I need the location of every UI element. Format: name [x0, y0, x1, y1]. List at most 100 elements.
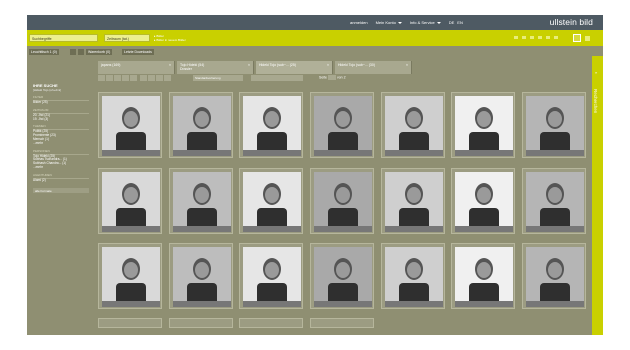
top-navigation-bar: anmelden Mein Konto Info & Service DE EN… [27, 15, 603, 30]
photo-thumbnail[interactable] [451, 92, 515, 158]
results-toolbar: Standardsortierung Seite von 2 [98, 74, 590, 82]
tab-hideki-tojo-30[interactable]: Hideki Tojo (sub~... (30) × [335, 61, 412, 74]
photo-image [526, 247, 584, 307]
page-label: Seite [319, 75, 327, 80]
filter-item[interactable]: 19. Jhd (3) [33, 117, 89, 122]
info-service-menu[interactable]: Info & Service [410, 20, 441, 25]
photo-thumbnail[interactable] [451, 168, 515, 234]
grid-icon[interactable] [98, 75, 105, 81]
dot-5[interactable] [546, 36, 550, 39]
persons-section: PERSONEN Tojo Hideki (25) Subhas Tschand… [33, 149, 89, 170]
zoom-in-icon[interactable] [140, 75, 147, 81]
close-icon[interactable]: × [169, 63, 171, 67]
pagination: Seite von 2 [319, 75, 346, 80]
cart-button[interactable]: Warenkorb (0) [86, 49, 113, 55]
dot-2[interactable] [522, 36, 526, 39]
recent-downloads-button[interactable]: Letzte Downloads [122, 49, 154, 55]
dot-1[interactable] [514, 36, 518, 39]
photo-thumbnail[interactable] [98, 168, 162, 234]
page-input[interactable] [327, 75, 336, 80]
language-de[interactable]: DE [449, 20, 455, 25]
close-icon[interactable]: × [248, 63, 250, 67]
photo-thumbnail[interactable] [239, 168, 303, 234]
login-link[interactable]: anmelden [350, 20, 368, 25]
photo-thumbnail[interactable] [522, 243, 586, 309]
photo-image [314, 247, 372, 307]
search-input[interactable]: Suchbegriffe [29, 34, 98, 42]
photo-thumbnail[interactable] [381, 92, 445, 158]
option-new-window-label: Bilder in neuem Bilder [156, 38, 186, 42]
dot-3[interactable] [530, 36, 534, 39]
chevron-down-icon [397, 21, 402, 24]
photo-thumbnail[interactable] [98, 318, 162, 328]
download-icon[interactable] [164, 75, 171, 81]
photo-thumbnail[interactable] [169, 318, 233, 328]
research-panel[interactable]: » Recherchen [592, 56, 603, 335]
photo-thumbnail[interactable] [98, 92, 162, 158]
photo-thumbnail[interactable] [310, 168, 374, 234]
more-link[interactable]: ...mehr [33, 141, 89, 146]
sort-select-value: Standardsortierung [195, 76, 221, 80]
account-menu[interactable]: Mein Konto [376, 20, 402, 25]
dot-4[interactable] [538, 36, 542, 39]
photo-image [526, 172, 584, 232]
chevron-down-icon [436, 21, 441, 24]
add-icon[interactable] [122, 75, 129, 81]
lighttable-prev-button[interactable] [70, 49, 76, 55]
brand-logo[interactable]: ullstein bild [550, 17, 593, 27]
lighttable-button[interactable]: Leuchttisch 1 (0) [29, 49, 59, 55]
option-new-window[interactable]: ▸ Bilder in neuem Bilder [154, 38, 186, 42]
photo-thumbnail[interactable] [169, 243, 233, 309]
photo-thumbnail[interactable] [239, 318, 303, 328]
photo-thumbnail[interactable] [310, 92, 374, 158]
photo-thumbnail[interactable] [98, 243, 162, 309]
photo-thumbnail[interactable] [381, 168, 445, 234]
photo-image [173, 172, 231, 232]
close-icon[interactable]: × [406, 63, 408, 67]
photo-thumbnail[interactable] [451, 243, 515, 309]
photo-thumbnail[interactable] [239, 92, 303, 158]
timespan-input[interactable]: Zeitraum (tat.) [104, 34, 150, 42]
photo-image [385, 172, 443, 232]
photo-image [385, 247, 443, 307]
photo-thumbnail[interactable] [310, 318, 374, 328]
tab-hideki-tojo-25[interactable]: Hideki Tojo (sub~... (25) × [256, 61, 333, 74]
photo-thumbnail[interactable] [239, 243, 303, 309]
deselect-icon[interactable] [114, 75, 121, 81]
photo-thumbnail[interactable] [381, 243, 445, 309]
tab-label: Hideki Tojo (sub~... (30) [338, 63, 375, 67]
close-icon[interactable]: × [327, 63, 329, 67]
photo-thumbnail[interactable] [522, 92, 586, 158]
photo-image [173, 96, 231, 156]
tab-sublabel: Dossier [180, 67, 192, 71]
chevron-right-icon[interactable]: » [595, 70, 597, 75]
photo-thumbnail[interactable] [522, 168, 586, 234]
tab-japans[interactable]: japans (169) × [98, 61, 175, 74]
view-size-dots[interactable] [514, 36, 558, 39]
search-query-summary: [Hideki Tojo (uh+dmi] [33, 88, 62, 92]
dot-6[interactable] [554, 36, 558, 39]
grid-view-toggle[interactable] [573, 34, 581, 42]
info-icon[interactable] [156, 75, 163, 81]
tab-label: japans (169) [101, 63, 121, 67]
format-select[interactable]: alle Formate [33, 187, 89, 193]
zoom-out-icon[interactable] [148, 75, 155, 81]
photo-image [455, 96, 513, 156]
sort-select[interactable]: Standardsortierung [193, 75, 243, 81]
select-icon[interactable] [106, 75, 113, 81]
filter-item[interactable]: Alami (2) [33, 178, 89, 183]
remove-icon[interactable] [130, 75, 137, 81]
tab-tojo-dossier[interactable]: Tojo Hideki (54) Dossier × [177, 61, 254, 74]
photo-thumbnail[interactable] [169, 92, 233, 158]
more-link[interactable]: ...mehr [33, 165, 89, 170]
filter-item[interactable]: Bilder (25) [33, 100, 89, 105]
language-en[interactable]: EN [457, 20, 463, 25]
photo-thumbnail[interactable] [169, 168, 233, 234]
photo-thumbnail[interactable] [310, 243, 374, 309]
photo-image [243, 96, 301, 156]
photo-image [102, 172, 160, 232]
list-view-toggle[interactable] [585, 36, 590, 41]
filter-select[interactable] [251, 75, 303, 81]
lighttable-next-button[interactable] [78, 49, 84, 55]
photo-image [314, 96, 372, 156]
